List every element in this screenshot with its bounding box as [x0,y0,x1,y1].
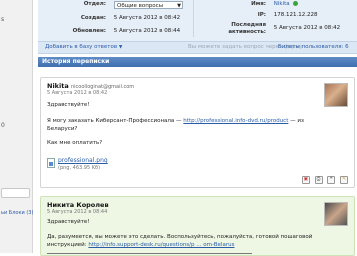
author-name: Никита Королев [47,201,109,209]
image-file-icon[interactable] [47,158,55,168]
sidebar-search-input[interactable] [1,188,30,198]
signature-divider [47,253,252,254]
name-label: Имя: [251,1,266,7]
sidebar-link-blocks[interactable]: ьи Блоки (3) [1,210,33,216]
last-activity-value: 5 Августа 2012 в 08:42 [273,25,341,31]
message-date: 5 Августа 2012 в 08:44 [47,209,108,215]
message-text: Я могу заказать Киберсант-Профессионала … [47,118,182,124]
sidebar-glyph-mid: 0 [1,122,5,129]
ticket-main: Отдел: Общие вопросы ▼ Создан: 5 Августа… [38,0,357,256]
created-row: Создан: 5 Августа 2012 в 08:42 [38,15,180,21]
message-text: — из [290,118,304,124]
message-greeting: Здравствуйте! [47,219,90,225]
last-activity-label-line2: активность: [228,29,266,35]
message-card: Nikita nicoolloginat@gmail.com 5 Августа… [40,77,355,188]
message-actions: ▣ ⎙ ❝ ✎ [299,176,348,184]
created-label: Создан: [80,15,106,21]
column-divider [193,0,194,37]
ticket-info-panel: Отдел: Общие вопросы ▼ Создан: 5 Августа… [38,0,357,41]
add-to-kb-button[interactable]: Добавить в базу ответов ▼ [45,44,122,50]
add-to-kb-label: Добавить в базу ответов [45,44,118,50]
user-tickets-link[interactable]: Билеты пользователя: 6 [278,44,349,50]
edit-icon[interactable]: ✎ [340,176,348,184]
pdf-icon[interactable]: ▣ [301,176,310,184]
quote-icon[interactable]: ❝ [327,176,336,184]
ip-row: IP: 178.121.12.228 [198,12,318,18]
last-activity-row: Последняя активность: 5 Августа 2012 в 0… [198,22,340,36]
message-line: Я могу заказать Киберсант-Профессионала … [47,118,304,124]
name-value[interactable]: Nikita [274,1,290,7]
print-icon[interactable]: ⎙ [314,176,323,184]
product-link[interactable]: http://professional.info-dvd.ru/product [183,118,288,124]
department-select-value: Общие вопросы [117,3,164,9]
message-greeting: Здравствуйте! [47,102,90,108]
online-status-icon [293,1,299,6]
last-activity-label: Последняя активность: [198,22,266,36]
last-activity-label-line1: Последняя [231,22,266,28]
chevron-down-icon: ▼ [177,3,181,9]
attachment-link[interactable]: professional.png [58,157,108,164]
author-name: Nikita [47,82,69,90]
message-author: Никита Королев [47,201,109,209]
name-row: Имя: Nikita [198,1,299,7]
left-sidebar: s 0 ьи Блоки (3) [0,0,33,253]
ip-label: IP: [257,12,266,18]
sidebar-glyph-top: s [1,16,5,23]
updated-row: Обновлен: 5 Августа 2012 в 08:44 [38,28,180,34]
history-header: История переписки [38,57,357,67]
message-line: инструкцией: http://info.support-desk.ru… [47,242,234,248]
attachment-size: (png, 463.95 Kб) [58,165,101,171]
message-text: Да, разумеется, вы можете это сделать. В… [47,234,313,240]
ticket-toolbar: Добавить в базу ответов ▼ Вы можете зада… [38,41,357,54]
department-label: Отдел: [83,1,106,7]
chevron-down-icon: ▼ [118,45,123,50]
avatar [324,202,348,226]
message-text: инструкцией: [47,242,87,248]
message-date: 5 Августа 2012 в 08:42 [47,90,108,96]
avatar [324,83,348,107]
created-value: 5 Августа 2012 в 08:42 [113,15,181,21]
updated-label: Обновлен: [72,28,106,34]
department-select[interactable]: Общие вопросы ▼ [114,1,183,9]
updated-value: 5 Августа 2012 в 08:44 [113,28,181,34]
message-author: Nikita nicoolloginat@gmail.com [47,82,134,90]
message-text: Беларуси? [47,126,78,132]
instruction-link[interactable]: http://info.support-desk.ru/questions/p … [88,242,234,248]
message-card: Никита Королев 5 Августа 2012 в 08:44 Зд… [40,196,355,256]
message-text: Как мне оплатить? [47,140,103,146]
ip-value: 178.121.12.228 [273,12,318,18]
department-row: Отдел: [38,1,106,7]
